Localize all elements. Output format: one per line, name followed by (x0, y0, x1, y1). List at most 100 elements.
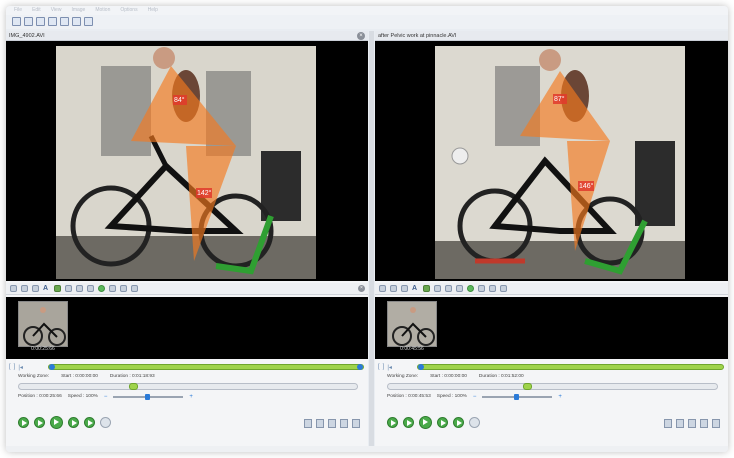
right-position-slider[interactable] (387, 383, 718, 390)
grid-icon[interactable] (500, 285, 507, 292)
right-zone-start-handle[interactable] (418, 364, 424, 370)
speed-increase-icon[interactable]: + (558, 393, 562, 401)
zone-end-icon[interactable]: ] (14, 364, 16, 370)
goto-start-icon[interactable]: |◂ (387, 364, 392, 371)
report-icon[interactable] (352, 419, 360, 428)
close-drawing-icon[interactable]: × (358, 285, 365, 292)
menu-view[interactable]: View (51, 6, 62, 15)
right-video-area[interactable]: 87° 146° (375, 41, 728, 281)
save-image-icon[interactable] (10, 285, 17, 292)
play-icon[interactable] (419, 415, 432, 429)
text-tool-icon[interactable]: A (412, 285, 419, 292)
hand-icon[interactable] (390, 285, 397, 292)
menu-motion[interactable]: Motion (95, 6, 110, 15)
right-position-thumb[interactable] (523, 383, 532, 390)
save-icon[interactable] (72, 17, 81, 26)
speed-increase-icon[interactable]: + (189, 393, 193, 401)
film-icon[interactable] (328, 419, 336, 428)
magnifier-icon[interactable] (489, 285, 496, 292)
export-note-icon[interactable] (340, 419, 348, 428)
angle-tool-icon[interactable] (467, 285, 474, 292)
circle-tool-icon[interactable] (445, 285, 452, 292)
left-pane-title: IMG_4902.AVI × (6, 31, 368, 41)
last-frame-icon[interactable] (453, 416, 464, 428)
snapshot-icon[interactable] (304, 419, 312, 428)
left-file-name: IMG_4902.AVI (9, 33, 45, 39)
last-frame-icon[interactable] (84, 416, 95, 428)
left-zone-start: Start : 0:00:00:00 (61, 374, 98, 379)
left-working-zone-bar[interactable] (48, 364, 364, 370)
menu-options[interactable]: Options (120, 6, 137, 15)
first-frame-icon[interactable] (387, 416, 398, 428)
right-video-image: 87° 146° (435, 46, 685, 279)
right-keyframe-thumbnail[interactable] (387, 301, 437, 347)
right-working-zone-bar[interactable] (417, 364, 724, 370)
first-frame-icon[interactable] (18, 416, 29, 428)
menu-help[interactable]: Help (148, 6, 158, 15)
single-screen-icon[interactable] (48, 17, 57, 26)
loop-icon[interactable] (469, 416, 480, 428)
chrono-icon[interactable] (109, 285, 116, 292)
left-video-area[interactable]: 84° 142° (6, 41, 368, 281)
left-position-row: Position : 0:00:25:66 Speed : 100% − + (6, 393, 368, 401)
circle-tool-icon[interactable] (76, 285, 83, 292)
text-tool-icon[interactable]: A (43, 285, 50, 292)
pencil-icon[interactable] (423, 285, 430, 292)
speed-decrease-icon[interactable]: − (473, 393, 477, 401)
key-image-icon[interactable] (32, 285, 39, 292)
right-drawing-toolbar: A (375, 283, 728, 295)
left-speed-slider[interactable] (113, 394, 184, 400)
left-position-slider[interactable] (18, 383, 358, 390)
previous-frame-icon[interactable] (34, 416, 45, 428)
left-video-frame: 84° 142° (56, 46, 316, 279)
export-note-icon[interactable] (700, 419, 708, 428)
marker-icon[interactable]: [ (9, 364, 11, 370)
close-icon[interactable]: × (357, 32, 365, 40)
save-video-icon[interactable] (316, 419, 324, 428)
play-icon[interactable] (50, 415, 63, 429)
left-keyframe-thumbnail[interactable] (18, 301, 68, 347)
zone-end-icon[interactable]: ] (383, 364, 385, 370)
chrono-icon[interactable] (478, 285, 485, 292)
key-image-icon[interactable] (401, 285, 408, 292)
open-icon[interactable] (24, 17, 33, 26)
left-zone-start-handle[interactable] (49, 364, 55, 370)
save-video-icon[interactable] (676, 419, 684, 428)
menubar: File Edit View Image Motion Options Help (6, 6, 728, 15)
right-speed-slider[interactable] (482, 394, 553, 400)
left-position-thumb[interactable] (129, 383, 138, 390)
right-speed-knob[interactable] (514, 394, 520, 400)
snapshot-icon[interactable] (664, 419, 672, 428)
hand-icon[interactable] (21, 285, 28, 292)
pencil-icon[interactable] (54, 285, 61, 292)
goto-start-icon[interactable]: |◂ (18, 364, 23, 371)
new-icon[interactable] (12, 17, 21, 26)
next-frame-icon[interactable] (437, 416, 448, 428)
left-speed-knob[interactable] (145, 394, 151, 400)
right-file-name: after Pelvic work at pinnacle.AVI (378, 33, 457, 39)
menu-image[interactable]: Image (71, 6, 85, 15)
menu-edit[interactable]: Edit (32, 6, 41, 15)
left-zone-end-handle[interactable] (357, 364, 363, 370)
left-player-controls (18, 415, 111, 429)
line-tool-icon[interactable] (65, 285, 72, 292)
next-frame-icon[interactable] (68, 416, 79, 428)
line-tool-icon[interactable] (434, 285, 441, 292)
grid-icon[interactable] (131, 285, 138, 292)
menu-file[interactable]: File (14, 6, 22, 15)
layout-icon[interactable] (36, 17, 45, 26)
speed-decrease-icon[interactable]: − (104, 393, 108, 401)
cross-tool-icon[interactable] (87, 285, 94, 292)
export-icon[interactable] (84, 17, 93, 26)
dual-screen-icon[interactable] (60, 17, 69, 26)
pane-divider[interactable] (369, 31, 374, 452)
cross-tool-icon[interactable] (456, 285, 463, 292)
report-icon[interactable] (712, 419, 720, 428)
film-icon[interactable] (688, 419, 696, 428)
previous-frame-icon[interactable] (403, 416, 414, 428)
save-image-icon[interactable] (379, 285, 386, 292)
loop-icon[interactable] (100, 416, 111, 428)
marker-icon[interactable]: [ (378, 364, 380, 370)
magnifier-icon[interactable] (120, 285, 127, 292)
angle-tool-icon[interactable] (98, 285, 105, 292)
